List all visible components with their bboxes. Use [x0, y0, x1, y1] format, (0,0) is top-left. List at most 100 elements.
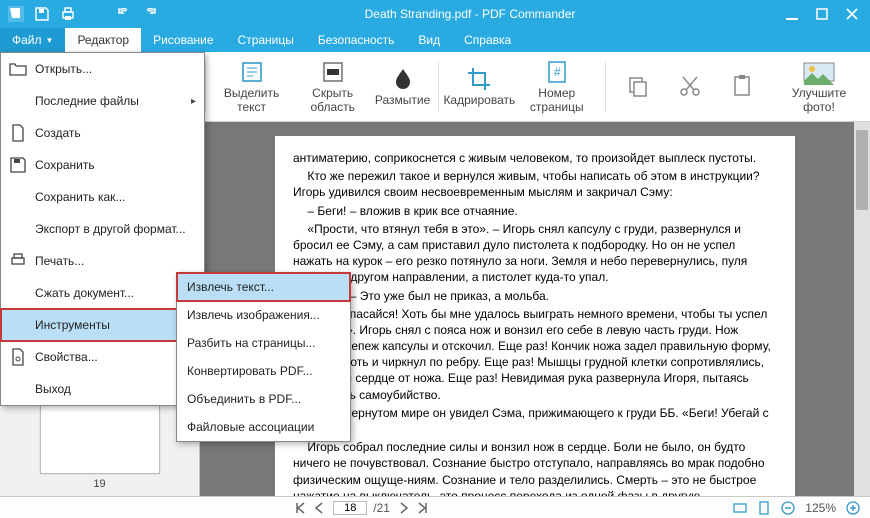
blur-icon: [390, 66, 416, 92]
ribbon-crop-label: Кадрировать: [443, 94, 515, 107]
page-total: /21: [373, 501, 390, 515]
ribbon-page-number[interactable]: #Номер страницы: [516, 57, 597, 115]
submenu-extract-text[interactable]: Извлечь текст...: [177, 273, 350, 301]
ribbon-cut[interactable]: [666, 71, 714, 103]
menu-export-label: Экспорт в другой формат...: [35, 222, 186, 236]
doc-line: «Прости, что втянул тебя в это». – Игорь…: [293, 221, 771, 286]
last-page-icon[interactable]: [416, 501, 430, 515]
menu-tools-label: Инструменты: [35, 318, 110, 332]
menu-save-as-label: Сохранить как...: [35, 190, 125, 204]
menu-export[interactable]: Экспорт в другой формат...: [1, 213, 204, 245]
menu-properties[interactable]: Свойства...: [1, 341, 204, 373]
menu-recent[interactable]: Последние файлы ▸: [1, 85, 204, 117]
menu-open-label: Открыть...: [35, 62, 92, 76]
menu-print-label: Печать...: [35, 254, 84, 268]
menu-save[interactable]: Сохранить: [1, 149, 204, 181]
tools-submenu: Извлечь текст... Извлечь изображения... …: [176, 272, 351, 442]
next-page-icon[interactable]: [396, 501, 410, 515]
ribbon-hide-area-label: Скрыть область: [302, 87, 363, 113]
close-icon[interactable]: [844, 6, 860, 22]
maximize-icon[interactable]: [814, 6, 830, 22]
document-page: антиматерию, соприкоснется с живым челов…: [275, 136, 795, 496]
title-bar: Death Stranding.pdf - PDF Commander: [0, 0, 870, 28]
doc-line: Кто же пережил такое и вернулся живым, ч…: [293, 168, 771, 200]
tab-editor[interactable]: Редактор: [65, 28, 141, 52]
vertical-scrollbar[interactable]: [854, 122, 870, 496]
hide-area-icon: [320, 59, 346, 85]
first-page-icon[interactable]: [293, 501, 307, 515]
new-doc-icon: [9, 124, 27, 142]
ribbon-paste[interactable]: [718, 71, 766, 103]
tab-file[interactable]: Файл▼: [0, 28, 65, 52]
folder-open-icon: [9, 60, 27, 78]
menu-exit[interactable]: Выход: [1, 373, 204, 405]
menu-print[interactable]: Печать...: [1, 245, 204, 277]
fit-page-icon[interactable]: [757, 501, 771, 515]
print-icon: [9, 252, 27, 270]
ribbon-improve-photo-label: Улучшите фото!: [782, 87, 856, 113]
ribbon-improve-photo[interactable]: Улучшите фото!: [774, 57, 864, 115]
tab-file-label: Файл: [12, 33, 42, 47]
window-controls: [774, 6, 870, 22]
menu-recent-label: Последние файлы: [35, 94, 139, 108]
doc-line: – Беги! – Это уже был не приказ, а мольб…: [293, 288, 771, 304]
quick-access-toolbar: [0, 6, 166, 22]
zoom-controls: 125%: [723, 501, 870, 515]
zoom-out-icon[interactable]: [781, 501, 795, 515]
status-bar: /21 125%: [0, 496, 870, 518]
menu-compress[interactable]: Сжать документ...: [1, 277, 204, 309]
doc-line: В перевернутом мире он увидел Сэма, приж…: [293, 405, 771, 437]
menu-properties-label: Свойства...: [35, 350, 98, 364]
doc-line: «Сэм, спасайся! Хоть бы мне удалось выиг…: [293, 306, 771, 403]
menu-save-as[interactable]: Сохранить как...: [1, 181, 204, 213]
ribbon-hide-area[interactable]: Скрыть область: [294, 57, 371, 115]
file-menu: Открыть... Последние файлы ▸ Создать Сохр…: [0, 52, 205, 406]
zoom-in-icon[interactable]: [846, 501, 860, 515]
zoom-value: 125%: [805, 501, 836, 515]
submenu-convert-pdf[interactable]: Конвертировать PDF...: [177, 357, 350, 385]
submenu-file-assoc[interactable]: Файловые ассоциации: [177, 413, 350, 441]
submenu-extract-images[interactable]: Извлечь изображения...: [177, 301, 350, 329]
prev-page-icon[interactable]: [313, 501, 327, 515]
doc-line: – Беги! – вложив в крик все отчаяние.: [293, 203, 771, 219]
tab-drawing[interactable]: Рисование: [141, 28, 225, 52]
page-thumbnail[interactable]: [40, 394, 160, 474]
menu-create-label: Создать: [35, 126, 81, 140]
scrollbar-thumb[interactable]: [856, 130, 868, 210]
save-icon: [9, 156, 27, 174]
svg-text:#: #: [554, 65, 561, 79]
print-icon[interactable]: [60, 6, 76, 22]
menu-create[interactable]: Создать: [1, 117, 204, 149]
undo-icon[interactable]: [116, 6, 132, 22]
copy-icon: [625, 73, 651, 99]
app-icon: [8, 6, 24, 22]
crop-icon: [466, 66, 492, 92]
tab-help[interactable]: Справка: [452, 28, 523, 52]
scissors-icon: [677, 73, 703, 99]
window-title: Death Stranding.pdf - PDF Commander: [166, 7, 774, 21]
menu-tools[interactable]: Инструменты▸: [1, 309, 204, 341]
select-text-icon: [239, 59, 265, 85]
submenu-split-pages[interactable]: Разбить на страницы...: [177, 329, 350, 357]
ribbon-crop[interactable]: Кадрировать: [446, 64, 512, 109]
page-input[interactable]: [333, 501, 367, 515]
menu-open[interactable]: Открыть...: [1, 53, 204, 85]
save-icon[interactable]: [34, 6, 50, 22]
chevron-right-icon: ▸: [191, 96, 196, 107]
tab-view[interactable]: Вид: [406, 28, 452, 52]
menu-exit-label: Выход: [35, 382, 71, 396]
redo-icon[interactable]: [142, 6, 158, 22]
submenu-merge-pdf[interactable]: Объединить в PDF...: [177, 385, 350, 413]
menu-save-label: Сохранить: [35, 158, 95, 172]
fit-width-icon[interactable]: [733, 501, 747, 515]
photo-icon: [802, 59, 836, 85]
tab-pages[interactable]: Страницы: [226, 28, 306, 52]
tab-security[interactable]: Безопасность: [306, 28, 407, 52]
ribbon-blur[interactable]: Размытие: [375, 64, 429, 109]
ribbon-select-text[interactable]: Выделить текст: [213, 57, 290, 115]
doc-line: антиматерию, соприкоснется с живым челов…: [293, 150, 771, 166]
thumbnail-page-number: 19: [6, 478, 193, 490]
minimize-icon[interactable]: [784, 6, 800, 22]
ribbon-copy[interactable]: [614, 71, 662, 103]
ribbon-select-text-label: Выделить текст: [221, 87, 282, 113]
